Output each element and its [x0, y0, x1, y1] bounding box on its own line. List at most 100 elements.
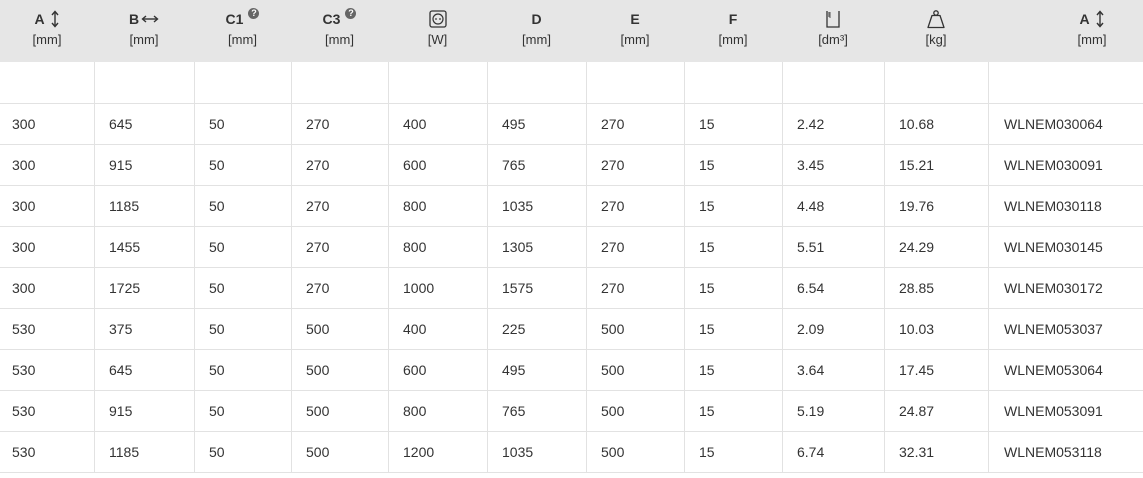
- table-row: 530 915 50 500 800 765 500 15 5.19 24.87 WLNEM0530…: [0, 391, 1143, 432]
- table-cell: 28.85: [884, 268, 988, 308]
- table-cell: 270: [586, 268, 684, 308]
- table-cell: 645: [94, 104, 194, 144]
- power-socket-icon: [428, 10, 447, 28]
- product-code-cell: WLNEM030145: [988, 227, 1143, 267]
- table-cell: 1185: [94, 186, 194, 226]
- table-cell: 15: [684, 145, 782, 185]
- table-cell: 50: [194, 186, 291, 226]
- table-cell: 50: [194, 309, 291, 349]
- table-cell: 270: [586, 104, 684, 144]
- header-unit: [mm]: [1077, 32, 1107, 47]
- product-code-cell: WLNEM053118: [988, 432, 1143, 472]
- table-cell: 1455: [94, 227, 194, 267]
- table-cell: 500: [586, 309, 684, 349]
- table-cell: 600: [388, 350, 487, 390]
- product-code-cell: WLNEM053037: [988, 309, 1143, 349]
- table-cell: 3.45: [782, 145, 884, 185]
- header-label: C1: [225, 11, 244, 27]
- table-cell: 15.21: [884, 145, 988, 185]
- header-unit: [W]: [427, 32, 448, 47]
- header-unit: [kg]: [925, 32, 947, 47]
- header-label: B: [128, 11, 140, 27]
- table-row: 530 645 50 500 600 495 500 15 3.64 17.45 WLNEM0530…: [0, 350, 1143, 391]
- table-cell: 500: [291, 432, 388, 472]
- header-unit: [dm³]: [818, 32, 848, 47]
- vertical-arrow-icon: [51, 10, 59, 28]
- table-cell: 645: [94, 350, 194, 390]
- table-cell: 4.48: [782, 186, 884, 226]
- help-icon[interactable]: ?: [248, 7, 260, 19]
- table-cell: 765: [487, 145, 586, 185]
- table-cell: 530: [12, 362, 36, 378]
- table-cell: 1305: [487, 227, 586, 267]
- table-cell: 1575: [487, 268, 586, 308]
- table-cell: 50: [194, 432, 291, 472]
- header-col-e: E [mm]: [586, 0, 684, 62]
- table-row: 300 1455 50 270 800 1305 270 15 5.51 24.29 WLNEM03…: [0, 227, 1143, 268]
- table-header: A [mm] B [mm] C1 ? [mm] C3 ? [mm] [W] D …: [0, 0, 1143, 62]
- table-cell: 6.54: [782, 268, 884, 308]
- table-cell: 500: [586, 432, 684, 472]
- table-spacer-row: [0, 62, 1143, 104]
- table-cell: 600: [388, 145, 487, 185]
- header-unit: [mm]: [32, 32, 62, 47]
- table-cell: 24.29: [884, 227, 988, 267]
- header-col-a2: A [mm]: [988, 0, 1143, 62]
- table-cell: 5.51: [782, 227, 884, 267]
- table-cell: 915: [94, 145, 194, 185]
- header-unit: [mm]: [620, 32, 650, 47]
- table-cell: 10.68: [884, 104, 988, 144]
- product-code-cell: WLNEM030091: [988, 145, 1143, 185]
- table-cell: [487, 62, 586, 103]
- table-cell: [684, 62, 782, 103]
- weight-icon: [927, 10, 945, 29]
- table-cell: 24.87: [884, 391, 988, 431]
- table-cell: 530: [12, 403, 36, 419]
- table-cell: 530: [12, 444, 36, 460]
- table-cell: 6.74: [782, 432, 884, 472]
- table-cell: [586, 62, 684, 103]
- table-cell: 15: [684, 432, 782, 472]
- header-col-power: [W]: [388, 0, 487, 62]
- table-cell: 495: [487, 350, 586, 390]
- table-cell: 1200: [388, 432, 487, 472]
- table-cell: 32.31: [884, 432, 988, 472]
- table-cell: 400: [388, 309, 487, 349]
- help-icon[interactable]: ?: [345, 7, 357, 19]
- header-label: A: [1079, 11, 1090, 27]
- table-cell: 500: [586, 391, 684, 431]
- table-cell: 500: [291, 391, 388, 431]
- header-label: A: [34, 11, 45, 27]
- header-label: F: [728, 11, 738, 27]
- table-cell: 15: [684, 391, 782, 431]
- table-cell: 15: [684, 186, 782, 226]
- table-cell: 19.76: [884, 186, 988, 226]
- header-col-weight: [kg]: [884, 0, 988, 62]
- table-cell: 50: [194, 350, 291, 390]
- table-cell: 50: [194, 268, 291, 308]
- table-cell: 495: [487, 104, 586, 144]
- header-col-volume: [dm³]: [782, 0, 884, 62]
- table-cell: 15: [684, 104, 782, 144]
- header-label: D: [531, 11, 542, 27]
- table-cell: [291, 62, 388, 103]
- table-cell: 1185: [94, 432, 194, 472]
- table-cell: 1725: [94, 268, 194, 308]
- table-cell: 2.09: [782, 309, 884, 349]
- header-unit: [mm]: [325, 32, 354, 47]
- table-cell: 530: [12, 321, 36, 337]
- table-cell: 270: [291, 268, 388, 308]
- product-code-cell: WLNEM053064: [988, 350, 1143, 390]
- table-cell: 15: [684, 268, 782, 308]
- table-cell: 270: [291, 145, 388, 185]
- header-label: E: [630, 11, 640, 27]
- header-unit: [mm]: [129, 32, 159, 47]
- table-row: 530 1185 50 500 1200 1035 500 15 6.74 32.31 WLNEM0…: [0, 432, 1143, 473]
- table-cell: 300: [12, 198, 36, 214]
- table-row: 300 645 50 270 400 495 270 15 2.42 10.68 WLNEM0300…: [0, 104, 1143, 145]
- table-cell: 300: [12, 157, 36, 173]
- table-cell: 800: [388, 391, 487, 431]
- table-cell: 800: [388, 186, 487, 226]
- header-col-c1: C1 ? [mm]: [194, 0, 291, 62]
- table-cell: 270: [291, 186, 388, 226]
